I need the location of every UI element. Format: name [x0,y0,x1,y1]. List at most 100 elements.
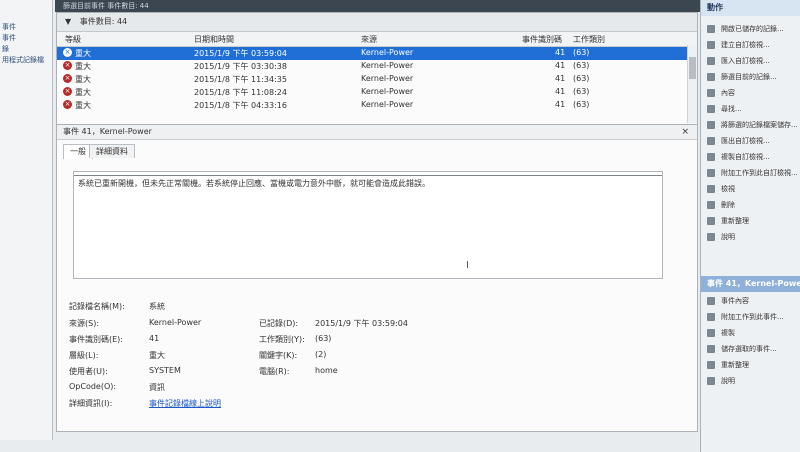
action-icon [707,41,715,49]
table-row[interactable]: × 重大 2015/1/8 下午 11:34:35 Kernel-Power 41 (63… [57,73,697,86]
action-item[interactable]: 匯入自訂檢視... [701,54,800,68]
col-source[interactable]: 來源 [361,34,377,45]
detail-title: 事件 41，Kernel-Power × [57,125,697,140]
action-icon [707,201,715,209]
more-info-label: 詳細資訊(I): [69,399,113,408]
row-event-id: 41 [555,61,566,70]
action-item[interactable]: 尋找... [701,102,800,116]
row-datetime: 2015/1/8 下午 11:08:24 [194,88,287,97]
action-item[interactable]: 複製 [701,326,800,340]
action-item[interactable]: 重新整理 [701,214,800,228]
row-datetime: 2015/1/9 下午 03:30:38 [194,62,287,71]
computer-label: 電腦(R): [259,367,290,376]
row-event-id: 41 [555,74,566,83]
source-value: Kernel-Power [149,318,202,327]
computer-value: home [315,366,338,375]
action-icon [707,345,715,353]
row-source: Kernel-Power [361,48,414,57]
col-event-id[interactable]: 事件識別碼 [522,34,562,45]
action-icon [707,153,715,161]
row-event-id: 41 [555,87,566,96]
list-scrollbar[interactable] [687,45,697,123]
nav-item[interactable]: 錄 [0,44,52,55]
source-label: 來源(S): [69,319,100,328]
col-level[interactable]: 等級 [65,34,81,45]
action-item[interactable]: 開啟已儲存的記錄... [701,22,800,36]
action-item[interactable]: 內容 [701,86,800,100]
detail-tabs: 一般 詳細資料 [57,140,697,159]
action-item[interactable]: 檢視 [701,182,800,196]
action-icon [707,25,715,33]
critical-error-icon: × [63,48,72,57]
action-item[interactable]: 說明 [701,230,800,244]
row-task: (63) [573,87,590,96]
action-icon [707,185,715,193]
row-source: Kernel-Power [361,100,414,109]
action-icon [707,121,715,129]
row-level: 重大 [75,101,91,110]
nav-item[interactable]: 事件 [0,22,52,33]
table-row[interactable]: × 重大 2015/1/8 下午 04:33:16 Kernel-Power 41 (63… [57,99,697,112]
action-item[interactable]: 重新整理 [701,358,800,372]
row-event-id: 41 [555,48,566,57]
action-item[interactable]: 說明 [701,374,800,388]
action-icon [707,361,715,369]
action-icon [707,105,715,113]
keywords-label: 關鍵字(K): [259,351,298,360]
text-cursor-icon: I [466,260,469,271]
opcode-value: 資訊 [149,383,165,392]
action-item[interactable]: 儲存選取的事件... [701,342,800,356]
action-item[interactable]: 建立自訂檢視... [701,38,800,52]
row-level: 重大 [75,49,91,58]
nav-item[interactable]: 用程式記錄檔 [0,55,52,66]
action-icon [707,137,715,145]
log-name-label: 記錄檔名稱(M): [69,302,125,311]
row-level: 重大 [75,75,91,84]
action-icon [707,329,715,337]
row-datetime: 2015/1/9 下午 03:59:04 [194,49,287,58]
action-item[interactable]: 附加工作到此事件... [701,310,800,324]
action-item[interactable]: 篩選目前的記錄... [701,70,800,84]
row-task: (63) [573,74,590,83]
col-datetime[interactable]: 日期和時間 [194,34,234,45]
action-item[interactable]: 複製自訂檢視... [701,150,800,164]
event-detail-pane: 事件 41，Kernel-Power × 一般 詳細資料 系統已重新開機，但未先… [56,124,698,432]
action-item[interactable]: 匯出自訂檢視... [701,134,800,148]
filter-icon: ▼ [65,17,72,26]
row-source: Kernel-Power [361,74,414,83]
action-icon [707,233,715,241]
online-help-link[interactable]: 事件記錄檔線上說明 [149,398,221,409]
action-icon [707,89,715,97]
critical-error-icon: × [63,87,72,96]
table-row[interactable]: × 重大 2015/1/9 下午 03:59:04 Kernel-Power 41 (63… [57,47,697,60]
table-row[interactable]: × 重大 2015/1/8 下午 11:08:24 Kernel-Power 41 (63… [57,86,697,99]
navigation-tree[interactable]: 事件 事件 錄 用程式記錄檔 [0,0,53,440]
action-item[interactable]: 刪除 [701,198,800,212]
action-icon [707,297,715,305]
row-source: Kernel-Power [361,87,414,96]
action-item[interactable]: 事件內容 [701,294,800,308]
row-level: 重大 [75,62,91,71]
event-description: 系統已重新開機，但未先正常關機。若系統停止回應、當機或電力意外中斷，就可能會造成… [73,171,663,279]
level-value: 重大 [149,351,165,360]
row-task: (63) [573,48,590,57]
critical-error-icon: × [63,61,72,70]
close-icon[interactable]: × [681,125,689,139]
action-item[interactable]: 附加工作到此自訂檢視... [701,166,800,180]
critical-error-icon: × [63,74,72,83]
nav-item[interactable]: 事件 [0,33,52,44]
level-label: 層級(L): [69,351,99,360]
row-datetime: 2015/1/8 下午 11:34:35 [194,75,287,84]
critical-error-icon: × [63,100,72,109]
filter-bar: ▼ 事件數目: 44 [57,13,697,32]
row-task: (63) [573,100,590,109]
col-task[interactable]: 工作類別 [573,34,605,45]
action-item[interactable]: 將篩選的記錄檔案儲存... [701,118,800,132]
table-row[interactable]: × 重大 2015/1/9 下午 03:30:38 Kernel-Power 41 (63… [57,60,697,73]
task-value: (63) [315,334,332,343]
tab-details[interactable]: 詳細資料 [89,144,135,158]
user-label: 使用者(U): [69,367,108,376]
window-title: 篩選目前事件 事件數目: 44 [55,0,700,12]
event-actions-header: 事件 41，Kernel-Power [701,276,800,292]
row-event-id: 41 [555,100,566,109]
